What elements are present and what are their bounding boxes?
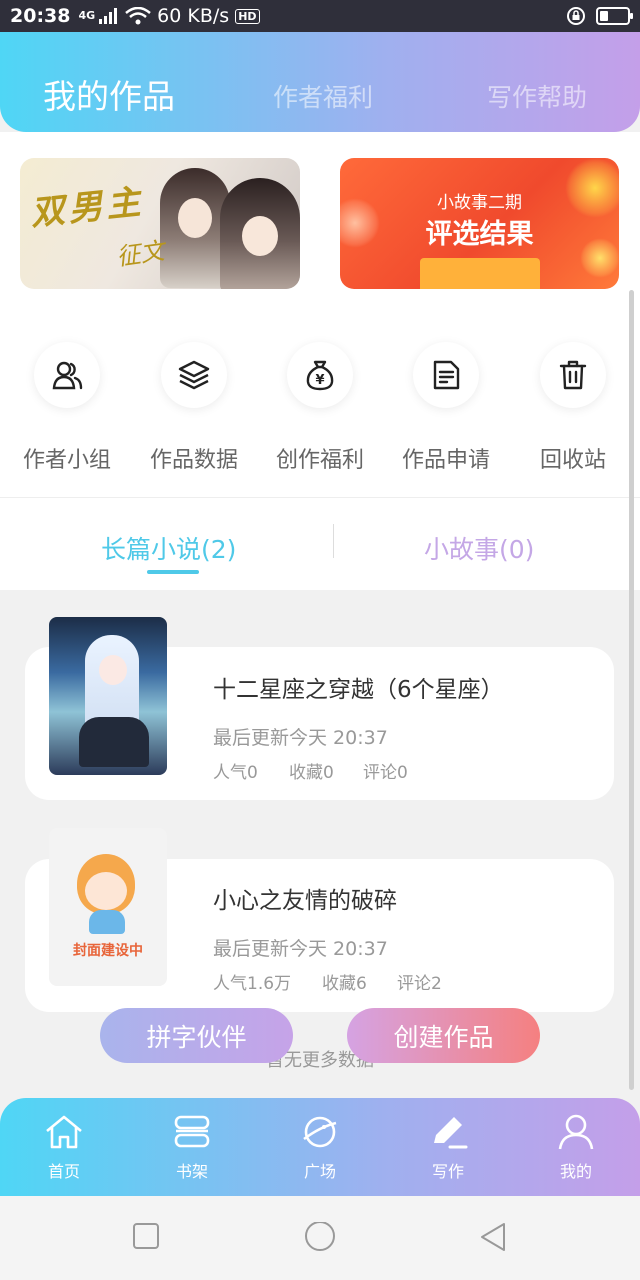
home-icon	[46, 1115, 82, 1149]
nav-bookshelf[interactable]: 书架	[144, 1112, 240, 1182]
banner-line1: 小故事二期	[437, 193, 522, 213]
bottom-nav: 首页 书架 广场 写作 我的	[0, 1098, 640, 1196]
pen-icon	[434, 1117, 468, 1149]
nav-label: 我的	[559, 1162, 592, 1181]
document-icon	[433, 360, 460, 390]
tab-divider	[333, 524, 334, 558]
work-favorites: 收藏6	[322, 974, 367, 994]
banner-story-results[interactable]: 小故事二期 评选结果	[340, 158, 619, 289]
nav-home[interactable]: 首页	[16, 1112, 112, 1182]
nav-label: 首页	[47, 1162, 80, 1181]
work-title[interactable]: 小心之友情的破碎	[213, 881, 397, 915]
action-label: 创作福利	[275, 448, 364, 473]
work-popularity: 人气0	[213, 763, 258, 783]
cover-art	[89, 910, 125, 934]
tab-long-novels[interactable]: 长篇小说(2)	[101, 530, 236, 566]
cover-art	[79, 717, 149, 767]
bookshelf-icon	[174, 1115, 210, 1148]
recent-apps-icon[interactable]	[132, 1222, 160, 1250]
banner-subtitle: 征文	[114, 236, 167, 272]
no-more-data-text: 暂无更多数据	[266, 1050, 374, 1071]
signal-icon	[99, 8, 118, 24]
money-bag-icon: ¥	[306, 360, 334, 391]
action-creation-benefits[interactable]: ¥ 创作福利	[265, 342, 375, 474]
user-icon	[558, 1114, 594, 1150]
banner-title: 双男主	[28, 182, 147, 234]
layers-icon	[178, 360, 210, 390]
tab-author-benefits[interactable]: 作者福利	[273, 78, 373, 114]
work-updated: 最后更新今天 20:37	[213, 727, 388, 749]
divider	[0, 497, 640, 498]
nav-label: 写作	[431, 1162, 464, 1181]
nav-write[interactable]: 写作	[400, 1112, 496, 1182]
nav-label: 广场	[303, 1162, 336, 1181]
action-work-data[interactable]: 作品数据	[139, 342, 249, 474]
banner-face	[242, 216, 278, 256]
trash-icon	[559, 360, 587, 390]
create-work-button[interactable]: 创建作品	[347, 1008, 540, 1063]
back-icon[interactable]	[478, 1222, 508, 1252]
nav-mine[interactable]: 我的	[528, 1112, 624, 1182]
action-label: 作品数据	[149, 448, 238, 473]
action-label: 作品申请	[401, 448, 490, 473]
work-cover[interactable]: 封面建设中	[49, 828, 167, 986]
cover-art	[85, 872, 127, 910]
tab-my-works[interactable]: 我的作品	[43, 70, 175, 118]
work-favorites: 收藏0	[289, 763, 334, 783]
action-author-group[interactable]: 作者小组	[12, 342, 122, 474]
work-cover[interactable]	[49, 617, 167, 775]
nav-label: 书架	[175, 1162, 208, 1181]
network-type: 4G	[78, 9, 96, 22]
users-icon	[52, 361, 83, 390]
status-bar: 20:38 4G 60 KB/s HD	[0, 0, 640, 32]
banner-line2: 评选结果	[425, 219, 534, 250]
action-recycle-bin[interactable]: 回收站	[518, 342, 628, 474]
home-button-icon[interactable]	[303, 1222, 337, 1252]
tab-writing-help[interactable]: 写作帮助	[487, 78, 587, 114]
tab-short-stories[interactable]: 小故事(0)	[424, 530, 534, 566]
work-title[interactable]: 十二星座之穿越（6个星座）	[213, 670, 504, 704]
action-label: 作者小组	[22, 448, 111, 473]
banner-face	[178, 198, 212, 238]
action-label: 回收站	[539, 448, 606, 473]
rotation-lock-icon	[567, 7, 585, 25]
podium-decoration	[420, 258, 540, 289]
system-nav-bar	[0, 1196, 640, 1280]
work-comments: 评论0	[363, 763, 408, 783]
status-time: 20:38	[10, 5, 71, 27]
banner-double-male-contest[interactable]: 双男主 征文	[20, 158, 300, 289]
cover-art	[99, 655, 127, 685]
work-popularity: 人气1.6万	[213, 974, 292, 994]
action-work-application[interactable]: 作品申请	[391, 342, 501, 474]
header: 我的作品 作者福利 写作帮助	[0, 32, 640, 132]
hd-badge: HD	[235, 8, 260, 24]
nav-square[interactable]: 广场	[272, 1112, 368, 1182]
cover-placeholder-text: 封面建设中	[73, 943, 143, 959]
scrollbar[interactable]	[629, 290, 634, 1090]
active-tab-indicator	[147, 570, 199, 574]
wifi-icon	[125, 7, 151, 25]
work-comments: 评论2	[397, 974, 442, 994]
writing-partner-button[interactable]: 拼字伙伴	[100, 1008, 293, 1063]
svg-text:¥: ¥	[315, 373, 324, 388]
battery-icon	[596, 7, 633, 25]
planet-icon	[303, 1116, 337, 1148]
work-updated: 最后更新今天 20:37	[213, 938, 388, 960]
network-speed: 60 KB/s	[157, 5, 230, 27]
